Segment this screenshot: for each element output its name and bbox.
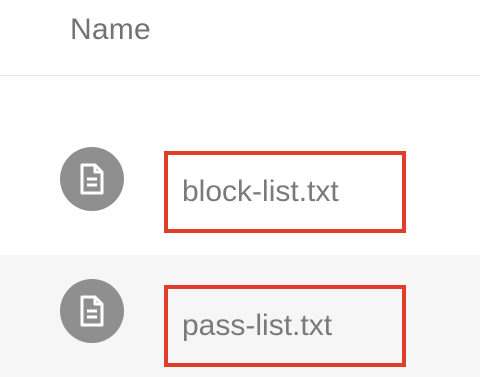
document-icon [60,279,124,343]
file-name[interactable]: block-list.txt [168,174,339,210]
file-row-block-list[interactable]: block-list.txt [0,130,480,246]
file-name-highlight: block-list.txt [164,151,406,233]
file-name-highlight: pass-list.txt [164,285,406,367]
name-column-header[interactable]: Name [70,12,151,48]
file-name[interactable]: pass-list.txt [168,308,332,344]
document-icon [60,147,124,211]
file-row-pass-list[interactable]: pass-list.txt [0,255,480,377]
file-list-view: Name block-list.txt pass-list.txt [0,0,480,377]
column-header: Name [0,0,480,76]
